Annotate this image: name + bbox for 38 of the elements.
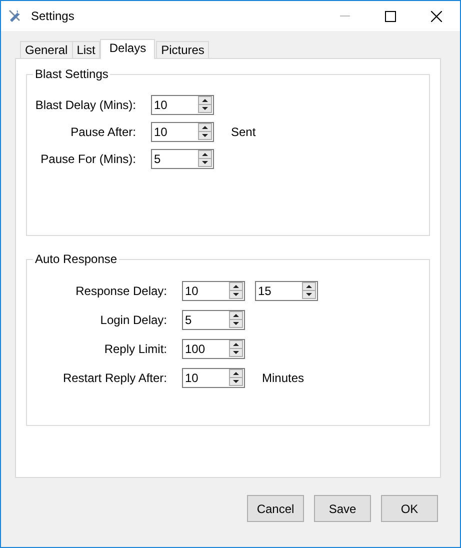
maximize-icon[interactable]	[385, 10, 396, 22]
window-title: Settings	[31, 9, 74, 23]
field-label: Pause For (Mins):	[40, 152, 136, 166]
number-spinner[interactable]: 10	[182, 280, 245, 300]
field-label: Response Delay:	[74, 284, 167, 298]
spin-arrows-icon[interactable]	[229, 282, 243, 299]
tab[interactable]: List	[72, 41, 100, 58]
number-spinner[interactable]: 15	[255, 280, 318, 300]
spin-arrows-icon[interactable]	[198, 150, 212, 167]
number-spinner[interactable]: 10	[182, 368, 245, 388]
number-spinner[interactable]: 5	[151, 148, 214, 168]
field-label: Restart Reply After:	[62, 370, 167, 384]
field-label: Pause After:	[70, 124, 136, 138]
close-icon[interactable]	[431, 10, 442, 22]
dialog-button[interactable]: OK	[381, 495, 438, 522]
dialog-button[interactable]: Save	[314, 495, 371, 522]
number-spinner[interactable]: 5	[182, 310, 245, 330]
unit-label: Sent	[231, 124, 256, 138]
number-spinner[interactable]: 10	[151, 122, 214, 142]
tab[interactable]: Delays	[100, 39, 156, 59]
field-label: Reply Limit:	[103, 342, 167, 356]
field-label: Blast Delay (Mins):	[34, 98, 136, 112]
spin-arrows-icon[interactable]	[198, 123, 212, 140]
spin-arrows-icon[interactable]	[302, 282, 316, 299]
number-spinner[interactable]: 100	[182, 338, 245, 358]
unit-label: Minutes	[262, 370, 304, 384]
dialog-button[interactable]: Cancel	[247, 495, 304, 522]
group-title: Auto Response	[33, 252, 120, 266]
field-label: Login Delay:	[99, 312, 167, 326]
spin-arrows-icon[interactable]	[198, 96, 212, 113]
tab[interactable]: Pictures	[156, 41, 210, 58]
spin-arrows-icon[interactable]	[229, 340, 243, 357]
tab[interactable]: General	[20, 41, 73, 58]
tools-icon	[7, 8, 23, 24]
spin-arrows-icon[interactable]	[229, 369, 243, 386]
group-title: Blast Settings	[33, 67, 110, 81]
spin-arrows-icon[interactable]	[229, 311, 243, 328]
number-spinner[interactable]: 10	[151, 94, 214, 114]
